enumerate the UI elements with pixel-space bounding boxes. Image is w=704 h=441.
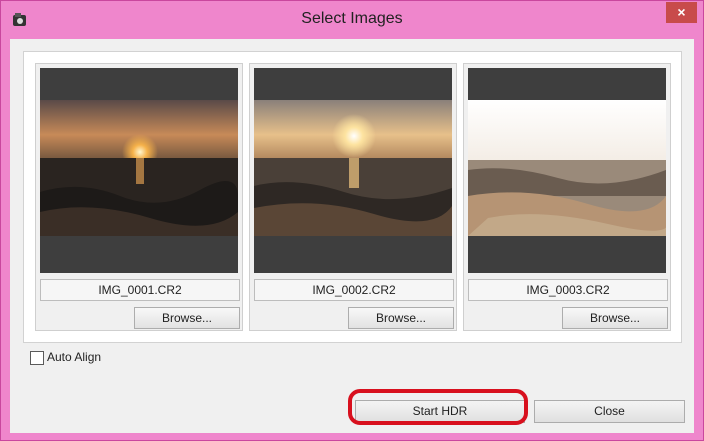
- select-images-dialog: Select Images × IMG_0001.CR2 Browse... I…: [0, 0, 704, 441]
- images-group: IMG_0001.CR2 Browse... IMG_0002.CR2 Brow…: [23, 51, 682, 343]
- image-panel-2: IMG_0002.CR2 Browse...: [249, 63, 457, 331]
- image-panel-3: IMG_0003.CR2 Browse...: [463, 63, 671, 331]
- image-panel-1: IMG_0001.CR2 Browse...: [35, 63, 243, 331]
- filename-field-2: IMG_0002.CR2: [254, 279, 454, 301]
- close-button[interactable]: Close: [534, 400, 685, 423]
- browse-button-1[interactable]: Browse...: [134, 307, 240, 329]
- filename-field-3: IMG_0003.CR2: [468, 279, 668, 301]
- close-window-button[interactable]: ×: [666, 2, 697, 23]
- browse-button-2[interactable]: Browse...: [348, 307, 454, 329]
- auto-align-checkbox[interactable]: [30, 351, 44, 365]
- image-thumbnail-2: [254, 68, 452, 273]
- image-thumbnail-1: [40, 68, 238, 273]
- image-thumbnail-3: [468, 68, 666, 273]
- browse-button-3[interactable]: Browse...: [562, 307, 668, 329]
- auto-align-label: Auto Align: [47, 350, 102, 364]
- window-title: Select Images: [301, 10, 403, 27]
- filename-field-1: IMG_0001.CR2: [40, 279, 240, 301]
- close-icon: ×: [677, 4, 686, 20]
- title-bar[interactable]: Select Images ×: [1, 1, 703, 39]
- dialog-body: IMG_0001.CR2 Browse... IMG_0002.CR2 Brow…: [10, 39, 694, 433]
- start-hdr-highlight: [348, 389, 528, 425]
